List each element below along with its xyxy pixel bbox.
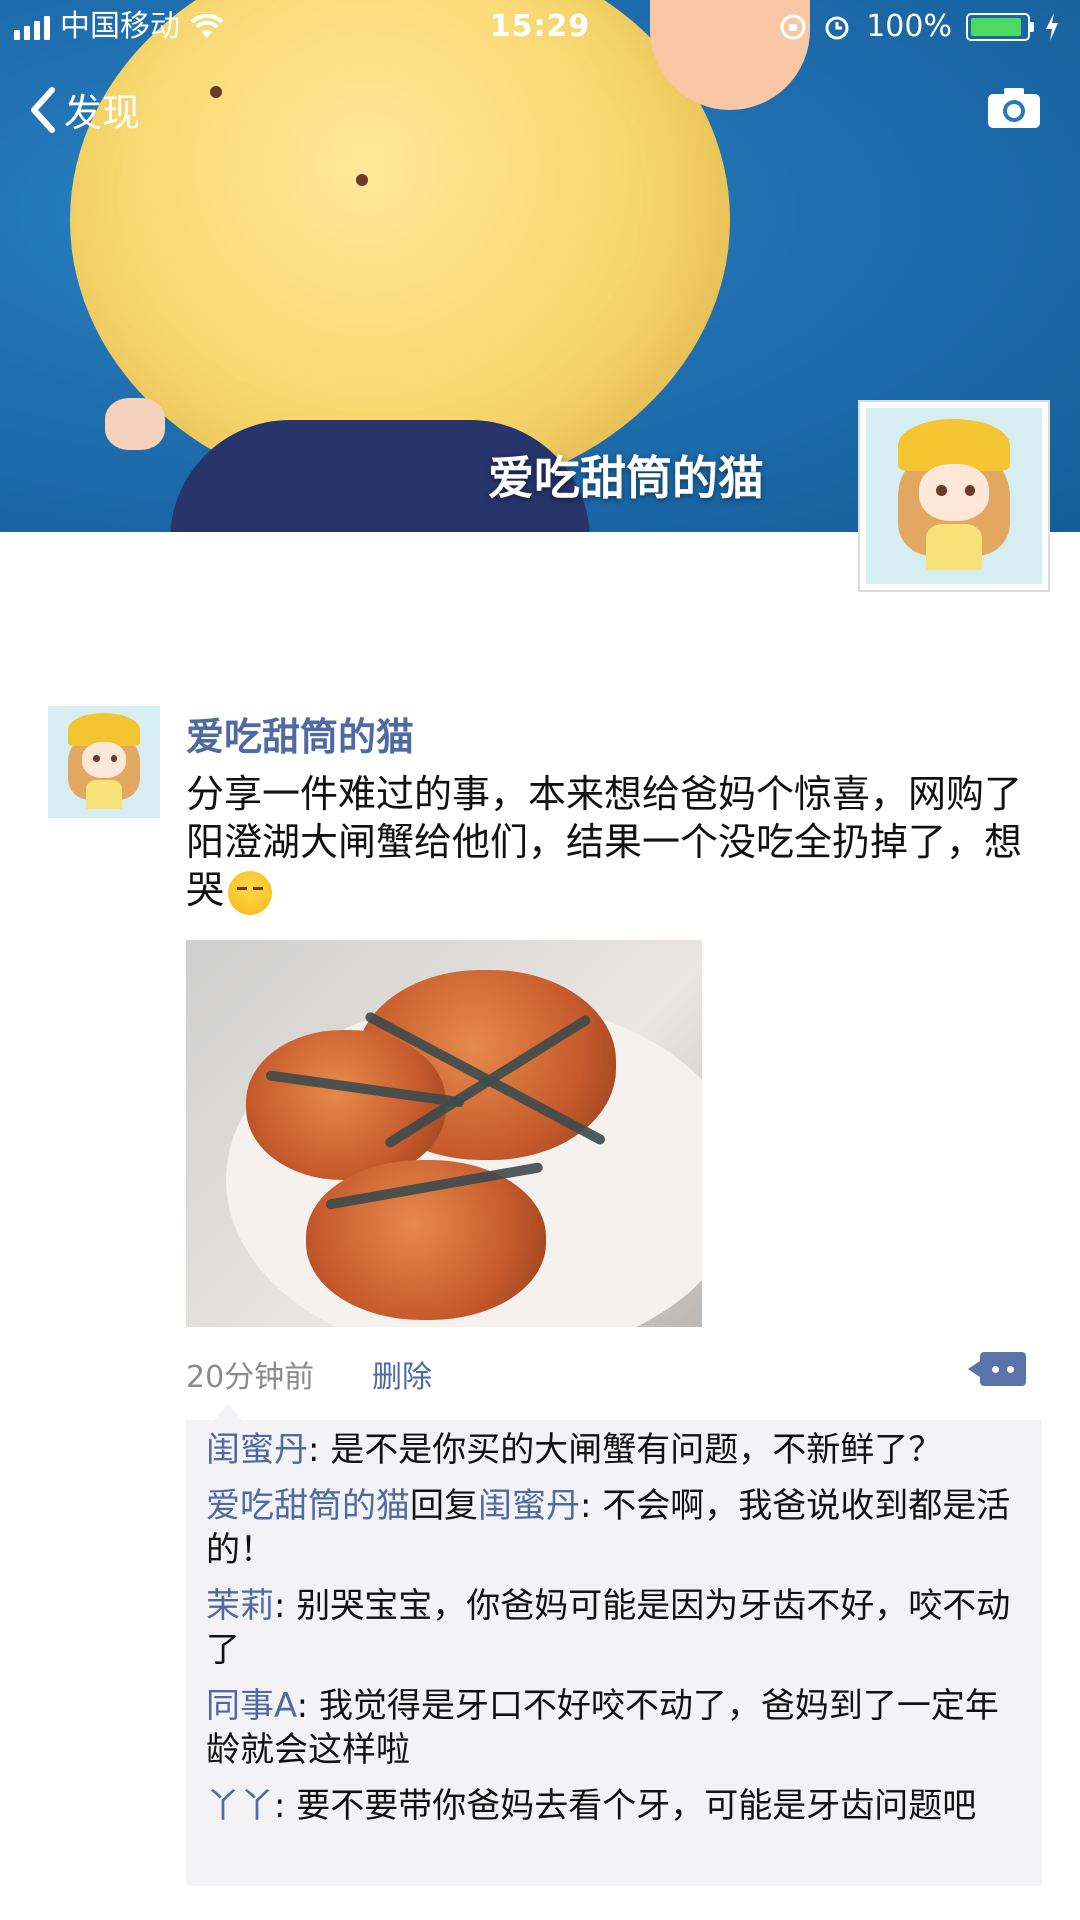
battery-percent: 100% xyxy=(866,9,952,44)
comment-text: : 别哭宝宝，你爸妈可能是因为牙齿不好，咬不动了 xyxy=(206,1586,1011,1670)
crying-emoji-icon xyxy=(228,870,273,915)
comment-item[interactable]: 丫丫: 要不要带你爸妈去看个牙，可能是牙齿问题吧 xyxy=(206,1784,1026,1828)
status-bar: 中国移动 15:29 100% xyxy=(0,0,1080,54)
battery-icon xyxy=(966,13,1034,41)
comment-item[interactable]: 茉莉: 别哭宝宝，你爸妈可能是因为牙齿不好，咬不动了 xyxy=(206,1584,1026,1672)
rotation-lock-icon xyxy=(780,14,806,40)
cover-character-eye xyxy=(210,86,222,98)
post-text-content: 分享一件难过的事，本来想给爸妈个惊喜，网购了阳澄湖大闸蟹给他们，结果一个没吃全扔… xyxy=(186,772,1023,912)
comment-list: 闺蜜丹: 是不是你买的大闸蟹有问题，不新鲜了？ 爱吃甜筒的猫回复闺蜜丹: 不会啊… xyxy=(186,1404,1042,1886)
comment-author[interactable]: 闺蜜丹 xyxy=(206,1430,308,1470)
post-image[interactable] xyxy=(186,940,702,1327)
post-text: 分享一件难过的事，本来想给爸妈个惊喜，网购了阳澄湖大闸蟹给他们，结果一个没吃全扔… xyxy=(186,770,1026,915)
comment-item[interactable]: 闺蜜丹: 是不是你买的大闸蟹有问题，不新鲜了？ xyxy=(206,1428,1026,1472)
post-time: 20分钟前 xyxy=(186,1360,315,1395)
post-avatar[interactable] xyxy=(48,706,160,818)
comment-text: : 要不要带你爸妈去看个牙，可能是牙齿问题吧 xyxy=(274,1786,977,1826)
chevron-left-icon xyxy=(31,86,55,133)
charging-icon xyxy=(1046,13,1058,41)
delete-button[interactable]: 删除 xyxy=(372,1352,432,1396)
camera-icon[interactable] xyxy=(986,86,1042,130)
comment-text: : 我觉得是牙口不好咬不动了，爸妈到了一定年龄就会这样啦 xyxy=(206,1686,999,1770)
comment-item[interactable]: 爱吃甜筒的猫回复闺蜜丹: 不会啊，我爸说收到都是活的！ xyxy=(206,1484,1026,1572)
back-button[interactable]: 发现 xyxy=(28,82,140,137)
post-author[interactable]: 爱吃甜筒的猫 xyxy=(186,706,414,761)
back-label: 发现 xyxy=(64,91,141,135)
profile-avatar[interactable] xyxy=(858,400,1050,592)
comment-menu-icon[interactable] xyxy=(968,1352,1026,1386)
profile-name: 爱吃甜筒的猫 xyxy=(488,451,764,505)
comment-item[interactable]: 同事A: 我觉得是牙口不好咬不动了，爸妈到了一定年龄就会这样啦 xyxy=(206,1684,1026,1772)
cover-character-eye xyxy=(356,174,368,186)
comment-author[interactable]: 丫丫 xyxy=(206,1786,274,1826)
comment-author[interactable]: 爱吃甜筒的猫 xyxy=(206,1486,410,1526)
comment-text: : 是不是你买的大闸蟹有问题，不新鲜了？ xyxy=(308,1430,943,1470)
reply-target[interactable]: 闺蜜丹 xyxy=(478,1486,580,1526)
alarm-icon xyxy=(825,16,849,40)
reply-label: 回复 xyxy=(410,1486,478,1526)
crab xyxy=(246,1030,446,1180)
comment-author[interactable]: 同事A xyxy=(206,1686,297,1726)
cover-character-hand xyxy=(105,398,165,450)
comment-author[interactable]: 茉莉 xyxy=(206,1586,274,1626)
